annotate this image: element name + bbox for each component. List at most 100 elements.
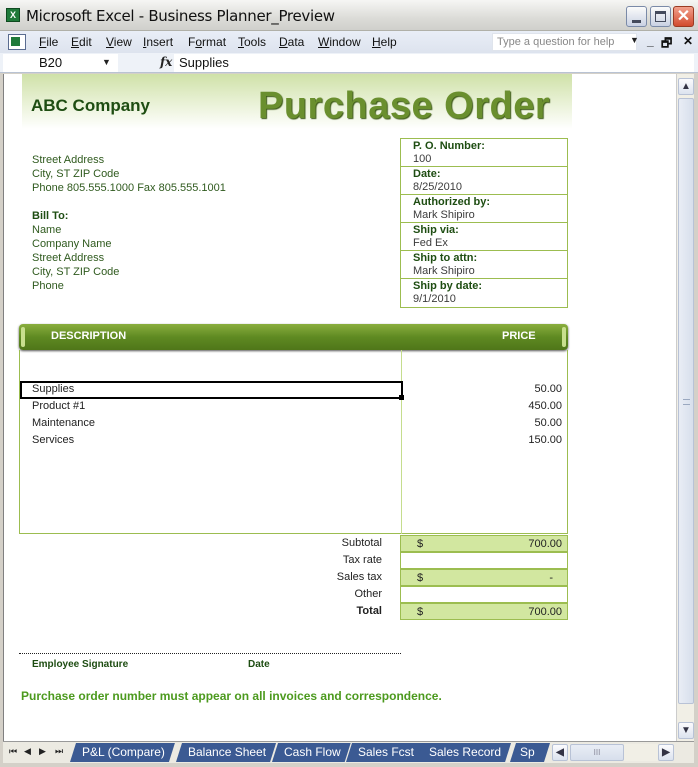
menu-file[interactable]: File [39, 35, 58, 49]
menu-edit[interactable]: Edit [71, 35, 92, 49]
subtotal-label: Subtotal [341, 537, 382, 549]
po-info-box: P. O. Number: 100 Date: 8/25/2010 Authoriz… [400, 138, 568, 308]
vertical-scrollbar[interactable]: ▲ ▼ [676, 74, 694, 741]
sheet-tab[interactable]: P&L (Compare) [70, 743, 175, 762]
formula-input[interactable]: Supplies [174, 54, 694, 72]
sheet-tab[interactable]: Sales Fcst [346, 743, 424, 762]
sheet-tab[interactable]: Balance Sheet [176, 743, 276, 762]
field-label: P. O. Number: [413, 140, 485, 152]
scroll-down-button[interactable]: ▼ [678, 722, 694, 739]
scroll-up-button[interactable]: ▲ [678, 78, 694, 95]
bill-to-line[interactable]: City, ST ZIP Code [32, 266, 119, 278]
address-line[interactable]: Phone 805.555.1000 Fax 805.555.1001 [32, 182, 226, 194]
item-description[interactable]: Product #1 [32, 400, 85, 412]
address-line[interactable]: City, ST ZIP Code [32, 168, 119, 180]
field-label: Ship via: [413, 224, 459, 236]
sales-tax-cell[interactable]: $ - [400, 569, 568, 586]
menu-format[interactable]: Format [188, 35, 226, 49]
po-number-field[interactable]: P. O. Number: 100 [401, 139, 567, 167]
mdi-restore-button[interactable]: 🗗 [661, 34, 672, 55]
field-value[interactable]: 8/25/2010 [413, 181, 567, 194]
sheet-tab[interactable]: Sp [510, 743, 550, 762]
other-cell[interactable] [400, 586, 568, 603]
header-cap [21, 327, 25, 347]
subtotal-cell[interactable]: $700.00 [400, 535, 568, 552]
sheet-tab[interactable]: Cash Flow [272, 743, 351, 762]
bill-to-line[interactable]: Company Name [32, 238, 111, 250]
table-row[interactable]: Maintenance 50.00 [20, 415, 567, 432]
menu-label: rmat [202, 35, 227, 49]
field-value[interactable]: Mark Shipiro [413, 265, 567, 278]
address-line[interactable]: Street Address [32, 154, 104, 166]
item-description[interactable]: Maintenance [32, 417, 95, 429]
field-label: Ship to attn: [413, 252, 478, 264]
name-box[interactable]: B20 [3, 54, 118, 72]
window-title: Microsoft Excel - Business Planner_Previ… [26, 7, 335, 25]
bill-to-line[interactable]: Street Address [32, 252, 104, 264]
close-button[interactable]: ✕ [673, 6, 694, 27]
mnemonic: H [372, 35, 381, 49]
horizontal-scroll-thumb[interactable]: III [570, 744, 624, 761]
scroll-right-button[interactable]: ▶ [658, 744, 674, 761]
vertical-scroll-thumb[interactable] [678, 98, 694, 704]
table-row[interactable]: Product #1 450.00 [20, 398, 567, 415]
field-value[interactable]: 100 [413, 153, 567, 166]
last-sheet-button[interactable]: ⏭ [55, 746, 63, 757]
mnemonic: E [71, 35, 80, 49]
menu-insert[interactable]: Insert [143, 35, 173, 49]
tax-rate-cell[interactable] [400, 552, 568, 569]
menu-tools[interactable]: Tools [238, 35, 266, 49]
menu-label: elp [380, 35, 397, 49]
first-sheet-button[interactable]: ⏮ [9, 746, 17, 757]
total-cell[interactable]: $700.00 [400, 603, 568, 620]
worksheet[interactable]: ABC Company Purchase Order Street Addres… [3, 74, 676, 741]
workbook-icon[interactable] [8, 34, 26, 50]
item-price[interactable]: 50.00 [534, 383, 562, 395]
item-price[interactable]: 150.00 [528, 434, 562, 446]
page-title[interactable]: Purchase Order [258, 85, 550, 128]
item-description[interactable]: Services [32, 434, 74, 446]
field-value[interactable]: Fed Ex [413, 237, 567, 250]
title-bar: X Microsoft Excel - Business Planner_Pre… [0, 0, 698, 31]
menu-view[interactable]: View [106, 35, 132, 49]
scroll-left-button[interactable]: ◀ [552, 744, 568, 761]
prev-sheet-button[interactable]: ◀ [24, 746, 31, 757]
amount: - [549, 572, 553, 584]
ship-via-field[interactable]: Ship via: Fed Ex [401, 223, 567, 251]
menu-help[interactable]: Help [372, 35, 397, 49]
employee-signature-label: Employee Signature [32, 659, 129, 670]
menu-data[interactable]: Data [279, 35, 304, 49]
name-box-dropdown-icon[interactable]: ▼ [102, 57, 111, 67]
date-field[interactable]: Date: 8/25/2010 [401, 167, 567, 195]
company-name[interactable]: ABC Company [31, 96, 150, 116]
horizontal-scrollbar[interactable]: ◀ III ▶ [552, 744, 674, 761]
field-value[interactable]: Mark Shipiro [413, 209, 567, 222]
item-price[interactable]: 450.00 [528, 400, 562, 412]
bill-to-line[interactable]: Phone [32, 280, 64, 292]
signature-line [19, 653, 401, 654]
maximize-button[interactable] [650, 6, 671, 27]
table-row[interactable]: Supplies 50.00 [20, 381, 567, 400]
minimize-button[interactable] [626, 6, 647, 27]
menu-label: ools [244, 35, 267, 49]
item-price[interactable]: 50.00 [534, 417, 562, 429]
fx-icon[interactable]: fx [160, 55, 172, 69]
sheet-tab[interactable]: Sales Record [417, 743, 511, 762]
ship-by-date-field[interactable]: Ship by date: 9/1/2010 [401, 279, 567, 307]
next-sheet-button[interactable]: ▶ [39, 746, 46, 757]
mdi-close-button[interactable]: ✕ [683, 34, 693, 48]
mdi-minimize-button[interactable]: _ [647, 34, 654, 48]
field-value[interactable]: 9/1/2010 [413, 293, 567, 306]
column-header-price: PRICE [502, 330, 536, 342]
close-icon: ✕ [676, 8, 691, 25]
window-bottom-border [0, 763, 698, 767]
table-row[interactable]: Services 150.00 [20, 432, 567, 449]
excel-icon[interactable]: X [6, 8, 20, 22]
authorized-by-field[interactable]: Authorized by: Mark Shipiro [401, 195, 567, 223]
po-notice[interactable]: Purchase order number must appear on all… [21, 689, 442, 703]
chevron-down-icon[interactable]: ▼ [630, 35, 639, 45]
bill-to-line[interactable]: Name [32, 224, 61, 236]
ship-to-attn-field[interactable]: Ship to attn: Mark Shipiro [401, 251, 567, 279]
help-search-input[interactable]: Type a question for help [492, 33, 637, 51]
menu-window[interactable]: Window [318, 35, 361, 49]
